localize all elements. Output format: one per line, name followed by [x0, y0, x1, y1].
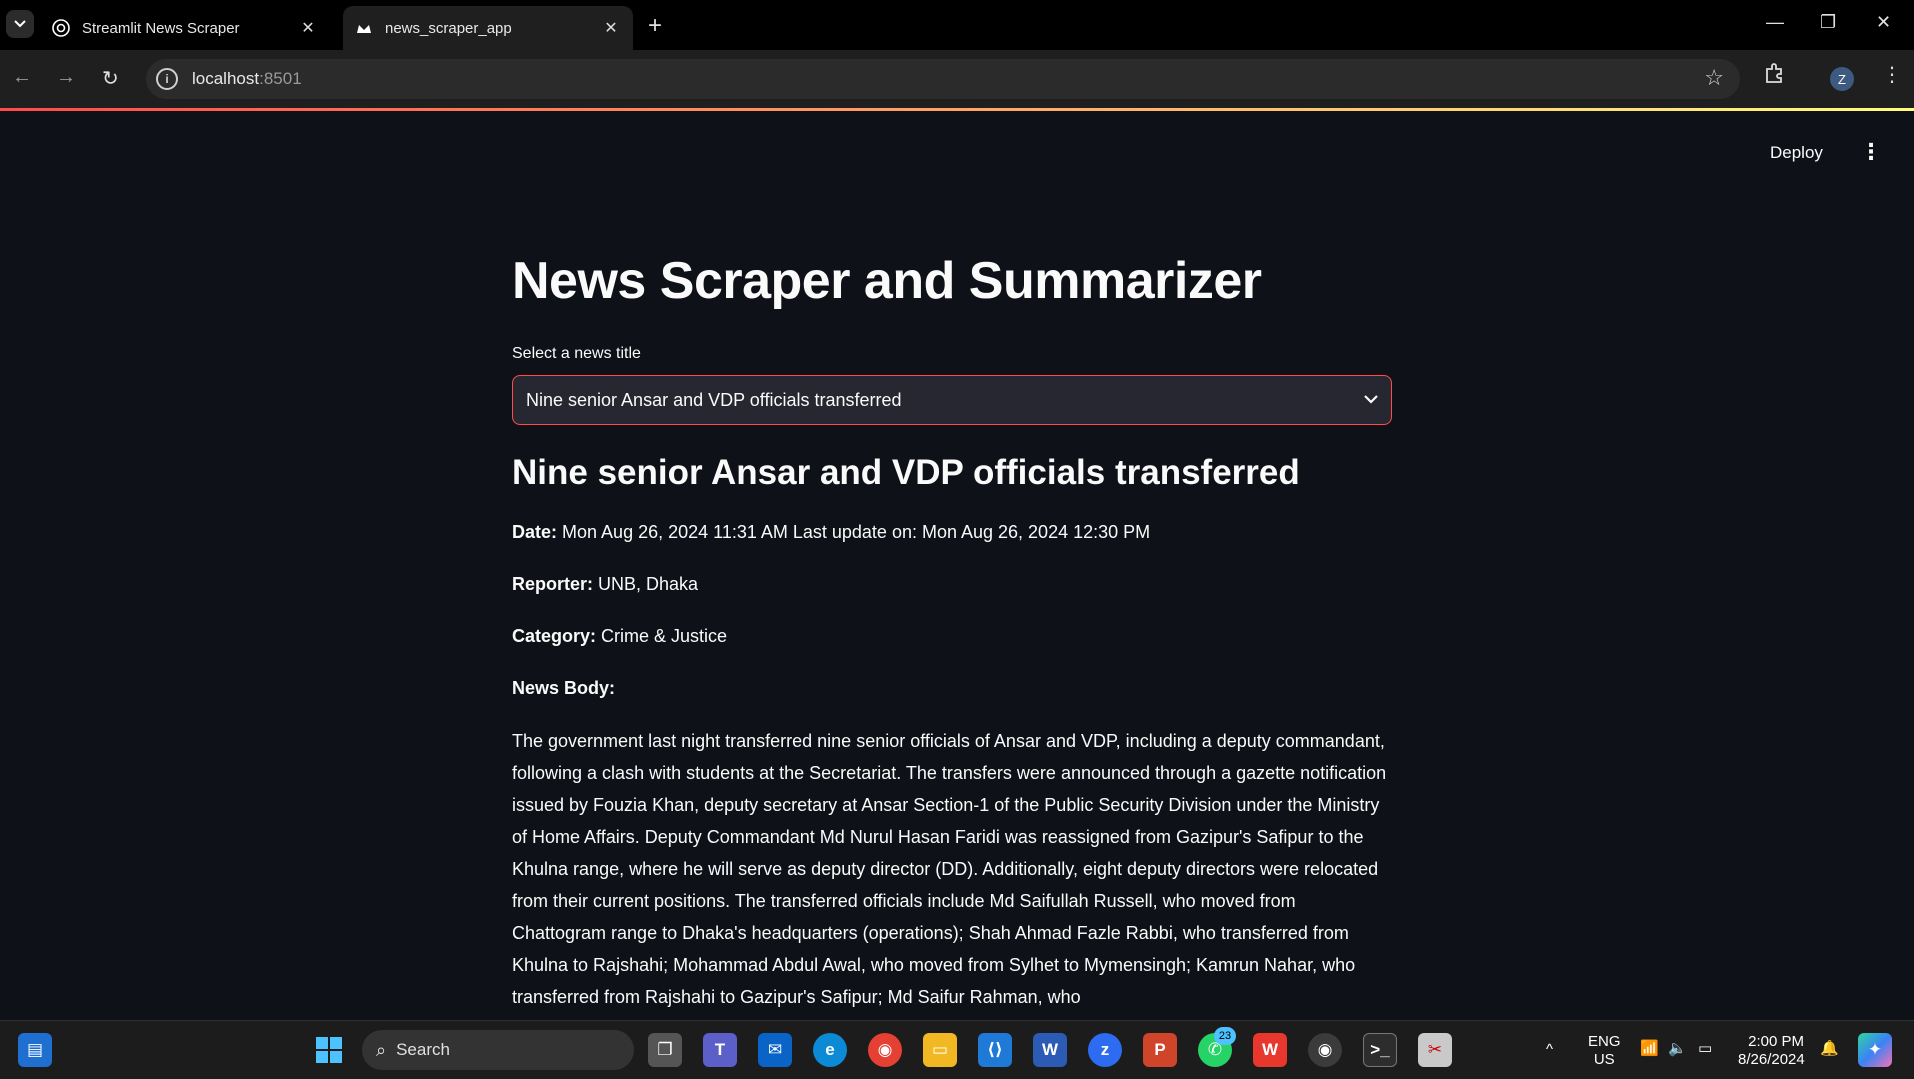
new-tab-icon[interactable]: +: [648, 12, 662, 40]
extensions-icon[interactable]: [1764, 62, 1786, 90]
body-heading: News Body:: [512, 678, 615, 699]
reload-icon[interactable]: ↻: [102, 66, 119, 91]
notification-badge: 23: [1214, 1027, 1236, 1045]
tab-title: news_scraper_app: [385, 19, 512, 37]
tab-title: Streamlit News Scraper: [82, 19, 240, 37]
chatgpt-icon: [52, 19, 70, 37]
teams-icon[interactable]: T: [703, 1033, 737, 1067]
volume-icon[interactable]: 🔈: [1668, 1040, 1687, 1058]
clock[interactable]: 2:00 PM 8/26/2024: [1738, 1033, 1805, 1069]
tab-search-button[interactable]: [6, 10, 34, 38]
window-close-icon[interactable]: ✕: [1876, 12, 1891, 33]
streamlit-crown-icon: [355, 19, 373, 37]
windows-taskbar: ▤ ⌕ Search ❐ T ✉ e ◉ ▭ ⟨⟩ W z P ✆ 23 W ◉…: [0, 1020, 1914, 1079]
language-indicator[interactable]: ENG US: [1588, 1033, 1621, 1069]
restore-icon[interactable]: ❐: [1820, 12, 1836, 33]
widgets-icon[interactable]: ▤: [18, 1033, 52, 1067]
forward-icon[interactable]: →: [56, 66, 76, 89]
close-icon[interactable]: ✕: [298, 18, 318, 38]
chevron-down-icon: [14, 20, 26, 28]
battery-icon[interactable]: ▭: [1698, 1040, 1712, 1058]
deploy-button[interactable]: Deploy: [1770, 143, 1823, 163]
page-title: News Scraper and Summarizer: [512, 252, 1262, 310]
news-title-select[interactable]: Nine senior Ansar and VDP officials tran…: [512, 375, 1392, 425]
vscode-icon[interactable]: ⟨⟩: [978, 1033, 1012, 1067]
reporter-line: Reporter: UNB, Dhaka: [512, 574, 698, 595]
chrome-icon[interactable]: ◉: [868, 1033, 902, 1067]
tab-news-scraper-app[interactable]: news_scraper_app ✕: [343, 6, 633, 50]
copilot-icon[interactable]: ✦: [1858, 1033, 1892, 1067]
category-line: Category: Crime & Justice: [512, 626, 727, 647]
streamlit-app: Deploy ⋮ News Scraper and Summarizer Sel…: [0, 111, 1914, 1020]
select-label: Select a news title: [512, 345, 641, 362]
wifi-icon[interactable]: 📶: [1640, 1040, 1659, 1058]
profile-avatar[interactable]: Z: [1830, 67, 1854, 91]
minimize-icon[interactable]: —: [1766, 12, 1784, 33]
reporter-label: Reporter:: [512, 574, 594, 594]
article-title: Nine senior Ansar and VDP officials tran…: [512, 453, 1300, 492]
back-icon[interactable]: ←: [12, 66, 32, 89]
zoom-icon[interactable]: z: [1088, 1033, 1122, 1067]
bookmark-star-icon[interactable]: ☆: [1704, 65, 1724, 91]
reporter-value: UNB, Dhaka: [598, 574, 699, 594]
snipping-tool-icon[interactable]: ✂: [1418, 1033, 1452, 1067]
chevron-down-icon: [1364, 391, 1378, 409]
date-value: Mon Aug 26, 2024 11:31 AM Last update on…: [562, 522, 1151, 542]
start-icon[interactable]: [312, 1033, 346, 1067]
browser-toolbar: ← → ↻ i localhost:8501 ☆ Z ⋮: [0, 50, 1914, 108]
select-value: Nine senior Ansar and VDP officials tran…: [526, 389, 902, 410]
notifications-bell-icon[interactable]: 🔔: [1820, 1040, 1839, 1058]
powerpoint-icon[interactable]: P: [1143, 1033, 1177, 1067]
browser-menu-icon[interactable]: ⋮: [1882, 62, 1902, 87]
word-icon[interactable]: W: [1033, 1033, 1067, 1067]
wps-office-icon[interactable]: W: [1253, 1033, 1287, 1067]
category-label: Category:: [512, 626, 597, 646]
search-placeholder: Search: [396, 1040, 450, 1059]
address-bar[interactable]: i localhost:8501 ☆: [146, 59, 1740, 99]
tab-streamlit-news-scraper[interactable]: Streamlit News Scraper ✕: [40, 6, 330, 50]
category-value: Crime & Justice: [601, 626, 728, 646]
chevron-up-icon[interactable]: ^: [1546, 1041, 1553, 1059]
date-line: Date: Mon Aug 26, 2024 11:31 AM Last upd…: [512, 522, 1150, 543]
news-body-text: The government last night transferred ni…: [512, 731, 1387, 1007]
app-menu-icon[interactable]: ⋮: [1860, 139, 1882, 165]
body-label: News Body:: [512, 678, 616, 698]
task-view-icon[interactable]: ❐: [648, 1033, 682, 1067]
file-explorer-icon[interactable]: ▭: [923, 1033, 957, 1067]
site-info-icon[interactable]: i: [156, 68, 178, 90]
browser-tab-bar: Streamlit News Scraper ✕ news_scraper_ap…: [0, 0, 1914, 50]
edge-icon[interactable]: e: [813, 1033, 847, 1067]
mail-icon[interactable]: ✉: [758, 1033, 792, 1067]
search-icon: ⌕: [376, 1039, 387, 1060]
close-icon[interactable]: ✕: [601, 18, 621, 38]
chrome-profile-icon[interactable]: ◉: [1308, 1033, 1342, 1067]
url-text: localhost:8501: [192, 69, 302, 88]
date-label: Date:: [512, 522, 558, 542]
taskbar-search[interactable]: ⌕ Search: [362, 1030, 634, 1070]
terminal-icon[interactable]: >_: [1363, 1033, 1397, 1067]
